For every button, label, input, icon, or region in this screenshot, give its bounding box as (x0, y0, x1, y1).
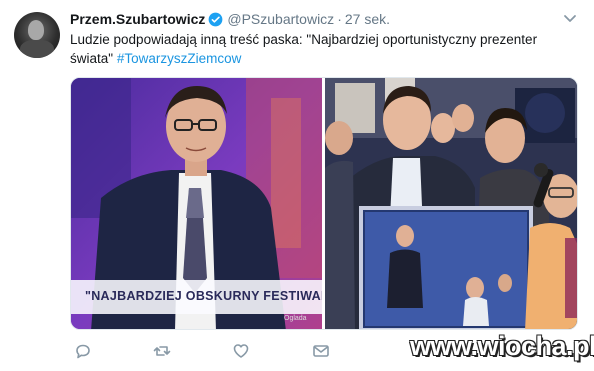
festival-crowd-illustration (325, 78, 577, 329)
separator-dot: · (337, 11, 342, 27)
site-watermark: www.wiocha.pl (410, 331, 594, 361)
timestamp[interactable]: 27 sek. (345, 11, 390, 27)
chevron-down-icon[interactable] (562, 10, 578, 26)
tweet: Przem.Szubartowicz @PSzubartowicz · 27 s… (0, 0, 594, 371)
avatar-head (28, 20, 44, 40)
retweet-icon[interactable] (153, 342, 171, 360)
media-grid: "NAJBARDZIEJ OBSKURNY FESTIWAL Oglada (70, 77, 578, 330)
heart-icon[interactable] (232, 342, 250, 360)
avatar[interactable] (14, 12, 60, 58)
photo-news-anchor[interactable]: "NAJBARDZIEJ OBSKURNY FESTIWAL Oglada (71, 78, 322, 329)
envelope-icon[interactable] (312, 342, 330, 360)
tweet-header: Przem.Szubartowicz @PSzubartowicz · 27 s… (70, 9, 390, 29)
tweet-text: Ludzie podpowiadają inną treść paska: "N… (70, 30, 580, 68)
author-handle[interactable]: @PSzubartowicz (227, 11, 334, 27)
hashtag-link[interactable]: #TowarzyszZiemcow (117, 51, 242, 66)
avatar-body (20, 40, 54, 58)
author-name[interactable]: Przem.Szubartowicz (70, 11, 205, 27)
news-ticker-text: "NAJBARDZIEJ OBSKURNY FESTIWAL (85, 289, 322, 303)
channel-logo: Oglada (284, 315, 307, 322)
reply-icon[interactable] (74, 342, 92, 360)
photo-festival-crowd[interactable] (325, 78, 577, 329)
tweet-actions (70, 342, 350, 364)
verified-icon (208, 12, 223, 27)
